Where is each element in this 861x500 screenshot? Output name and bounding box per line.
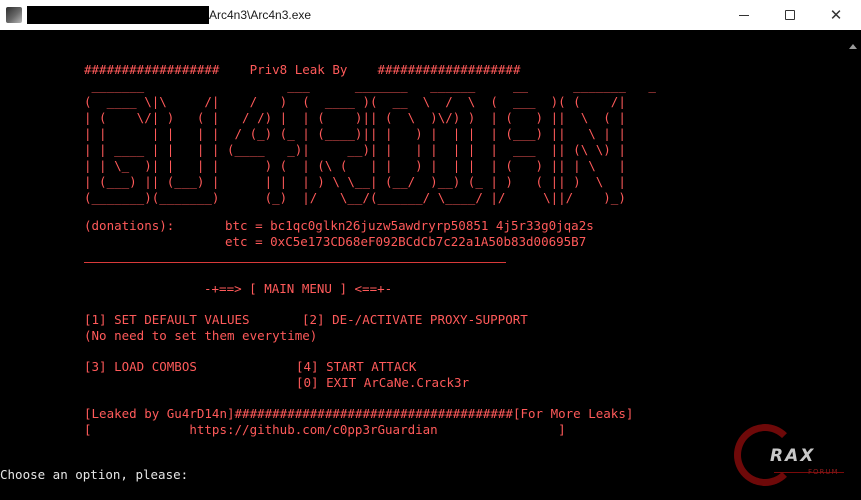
menu-option-4: [4] START ATTACK (296, 359, 417, 374)
eth-address: etc = 0xC5e173CD68eF092BCdCb7c22a1A50b83… (225, 234, 587, 249)
window-title: Arc4n3\Arc4n3.exe (209, 8, 312, 22)
github-link-line: [ https://github.com/c0pp3rGuardian ] (84, 422, 566, 437)
minimize-icon (739, 14, 749, 16)
vertical-scrollbar[interactable] (845, 30, 861, 500)
separator-line (84, 262, 506, 263)
title-bar[interactable]: Arc4n3\Arc4n3.exe ✕ (0, 0, 861, 31)
watermark-text: RAX (770, 446, 816, 466)
close-icon: ✕ (829, 5, 843, 24)
donations-label: (donations): (84, 218, 175, 233)
minimize-button[interactable] (721, 0, 767, 30)
menu-option-3: [3] LOAD COMBOS (84, 359, 197, 374)
close-button[interactable]: ✕ (813, 0, 859, 30)
redacted-path (27, 6, 209, 24)
menu-option-2: [2] DE-/ACTIVATE PROXY-SUPPORT (302, 312, 528, 327)
watermark-logo: RAX FORUM (734, 424, 844, 496)
menu-option-0: [0] EXIT ArCaNe.Crack3r (296, 375, 470, 390)
btc-address: btc = bc1qc0glkn26juzw5awdryrp50851 4j5r… (225, 218, 594, 233)
scroll-up-arrow-icon[interactable] (849, 44, 857, 49)
leaked-by-line: [Leaked by Gu4rD14n]####################… (84, 406, 634, 421)
menu-option-1: [1] SET DEFAULT VALUES (84, 312, 250, 327)
app-icon (6, 7, 22, 23)
leak-header: ################## Priv8 Leak By #######… (84, 62, 521, 77)
console-window: Arc4n3\Arc4n3.exe ✕ ################## P… (0, 0, 861, 500)
maximize-icon (785, 10, 795, 20)
main-menu-title: -+==> [ MAIN MENU ] <==+- (204, 281, 393, 296)
maximize-button[interactable] (767, 0, 813, 30)
watermark-subtext: FORUM (808, 468, 839, 476)
guardian-ascii-art: _______ ___ _______ ______ __ _______ _ … (84, 78, 656, 205)
input-prompt[interactable]: Choose an option, please: (0, 467, 188, 483)
menu-option-1-note: (No need to set them everytime) (84, 328, 318, 343)
